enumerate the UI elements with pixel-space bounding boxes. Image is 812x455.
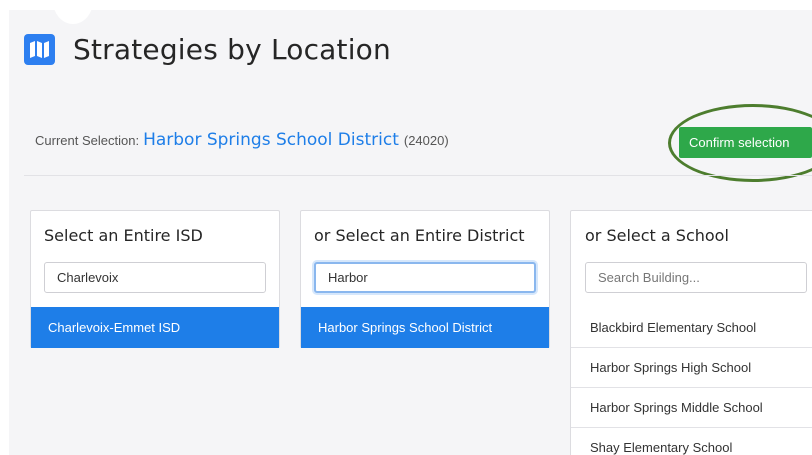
avatar[interactable] (53, 10, 93, 24)
district-search-input[interactable] (314, 262, 536, 293)
divider (24, 175, 812, 176)
page-content: Strategies by Location Current Selection… (9, 10, 812, 455)
isd-search-input[interactable] (44, 262, 266, 293)
school-list-item[interactable]: Shay Elementary School (571, 427, 812, 455)
current-selection-value: Harbor Springs School District (143, 130, 399, 150)
school-list-item[interactable]: Harbor Springs High School (571, 347, 812, 387)
page-title: Strategies by Location (73, 32, 391, 66)
school-panel: or Select a School Blackbird Elementary … (570, 210, 812, 455)
isd-panel: Select an Entire ISD Charlevoix-Emmet IS… (30, 210, 280, 348)
school-list-item[interactable]: Harbor Springs Middle School (571, 387, 812, 427)
school-search-input[interactable] (585, 262, 807, 293)
page-header: Strategies by Location (24, 29, 391, 69)
current-selection-code: (24020) (403, 133, 449, 148)
district-result-item[interactable]: Harbor Springs School District (301, 307, 549, 348)
district-panel-title: or Select an Entire District (314, 226, 525, 245)
district-panel: or Select an Entire District Harbor Spri… (300, 210, 550, 348)
confirm-selection-button[interactable]: Confirm selection (679, 127, 812, 158)
map-icon (24, 33, 55, 65)
isd-result-item[interactable]: Charlevoix-Emmet ISD (31, 307, 279, 348)
school-list-item[interactable]: Blackbird Elementary School (571, 307, 812, 347)
isd-panel-title: Select an Entire ISD (44, 226, 203, 245)
school-list: Blackbird Elementary School Harbor Sprin… (571, 307, 812, 455)
current-selection: Current Selection: Harbor Springs School… (35, 130, 449, 150)
current-selection-label: Current Selection: (35, 133, 140, 148)
school-panel-title: or Select a School (585, 226, 729, 245)
